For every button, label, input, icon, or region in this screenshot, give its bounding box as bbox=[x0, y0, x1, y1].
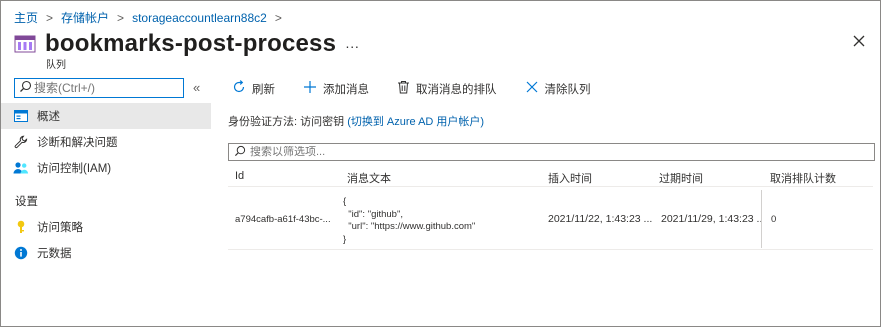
table-header-divider bbox=[228, 186, 873, 187]
sidebar-item-overview[interactable]: 概述 bbox=[1, 103, 211, 129]
refresh-button[interactable]: 刷新 bbox=[232, 80, 275, 97]
more-options-icon[interactable]: ··· bbox=[345, 38, 359, 54]
column-header-expires[interactable]: 过期时间 bbox=[659, 170, 703, 186]
sidebar-search-input[interactable] bbox=[34, 81, 174, 95]
table-row-divider bbox=[228, 249, 873, 250]
breadcrumb-separator: > bbox=[46, 10, 54, 25]
page-title: bookmarks-post-process bbox=[45, 30, 337, 57]
plus-icon bbox=[303, 80, 323, 97]
close-icon[interactable] bbox=[851, 33, 867, 49]
auth-method-row: 身份验证方法: 访问密钥 (切换到 Azure AD 用户帐户) bbox=[228, 113, 484, 129]
search-icon bbox=[15, 80, 32, 96]
clear-queue-label: 清除队列 bbox=[544, 83, 591, 96]
column-header-inserted[interactable]: 插入时间 bbox=[548, 170, 592, 186]
overview-icon bbox=[13, 108, 29, 124]
sidebar-item-label: 元数据 bbox=[37, 248, 72, 260]
row-dequeue-count: 0 bbox=[771, 214, 777, 225]
breadcrumb-storage-accounts[interactable]: 存储帐户 bbox=[61, 9, 109, 26]
sidebar-item-label: 访问控制(IAM) bbox=[37, 163, 112, 175]
sidebar: « 概述 诊断和解决问题 访问控制(IAM) 设置 访问策略 元数据 bbox=[1, 73, 211, 326]
x-icon bbox=[525, 80, 545, 97]
command-bar: 刷新 添加消息 取消消息的排队 清除队列 bbox=[232, 80, 619, 97]
page-subtitle: 队列 bbox=[46, 60, 66, 71]
row-expires-time: 2021/11/29, 1:43:23 ... bbox=[661, 213, 761, 225]
key-icon bbox=[13, 219, 29, 235]
settings-section-label: 设置 bbox=[15, 196, 38, 208]
wrench-icon bbox=[13, 134, 29, 150]
column-header-dequeue-count[interactable]: 取消排队计数 bbox=[770, 170, 836, 186]
sidebar-search[interactable] bbox=[14, 78, 184, 98]
auth-method-label: 身份验证方法: 访问密钥 bbox=[228, 116, 345, 128]
filter-input[interactable] bbox=[250, 146, 850, 158]
column-divider bbox=[761, 190, 762, 248]
info-icon bbox=[13, 245, 29, 261]
title-row: bookmarks-post-process ··· bbox=[14, 30, 359, 58]
queue-icon bbox=[14, 31, 45, 58]
refresh-icon bbox=[232, 80, 252, 97]
sidebar-item-diagnose[interactable]: 诊断和解决问题 bbox=[1, 129, 211, 155]
breadcrumb-separator: > bbox=[117, 10, 125, 25]
main-content: 刷新 添加消息 取消消息的排队 清除队列 身份验证方法: 访问密钥 (切换到 A… bbox=[218, 73, 878, 326]
breadcrumb-storage-account[interactable]: storageaccountlearn88c2 bbox=[132, 11, 267, 25]
dequeue-message-label: 取消消息的排队 bbox=[416, 83, 497, 96]
switch-auth-link[interactable]: (切换到 Azure AD 用户帐户) bbox=[347, 116, 484, 128]
refresh-label: 刷新 bbox=[252, 83, 275, 96]
sidebar-item-label: 访问策略 bbox=[37, 222, 83, 234]
row-id: a794cafb-a61f-43bc-... bbox=[235, 214, 331, 225]
search-icon bbox=[229, 145, 246, 160]
dequeue-message-button[interactable]: 取消消息的排队 bbox=[397, 80, 497, 97]
collapse-sidebar-icon[interactable]: « bbox=[193, 80, 200, 95]
row-message: { "id": "github", "url": "https://www.gi… bbox=[343, 196, 476, 245]
breadcrumb-separator: > bbox=[274, 10, 282, 25]
row-inserted-time: 2021/11/22, 1:43:23 ... bbox=[548, 213, 653, 225]
sidebar-item-label: 诊断和解决问题 bbox=[37, 137, 118, 149]
breadcrumb: 主页 > 存储帐户 > storageaccountlearn88c2 > bbox=[14, 9, 290, 26]
sidebar-item-metadata[interactable]: 元数据 bbox=[1, 240, 211, 266]
clear-queue-button[interactable]: 清除队列 bbox=[525, 80, 591, 97]
sidebar-item-label: 概述 bbox=[37, 111, 60, 123]
add-message-label: 添加消息 bbox=[323, 83, 369, 96]
sidebar-item-iam[interactable]: 访问控制(IAM) bbox=[1, 155, 211, 181]
trash-icon bbox=[397, 80, 416, 97]
filter-box[interactable] bbox=[228, 143, 875, 161]
column-header-id[interactable]: Id bbox=[235, 170, 244, 182]
sidebar-item-access-policy[interactable]: 访问策略 bbox=[1, 214, 211, 240]
people-icon bbox=[13, 160, 29, 176]
breadcrumb-home[interactable]: 主页 bbox=[14, 9, 38, 26]
column-header-message[interactable]: 消息文本 bbox=[347, 170, 391, 186]
add-message-button[interactable]: 添加消息 bbox=[303, 80, 369, 97]
